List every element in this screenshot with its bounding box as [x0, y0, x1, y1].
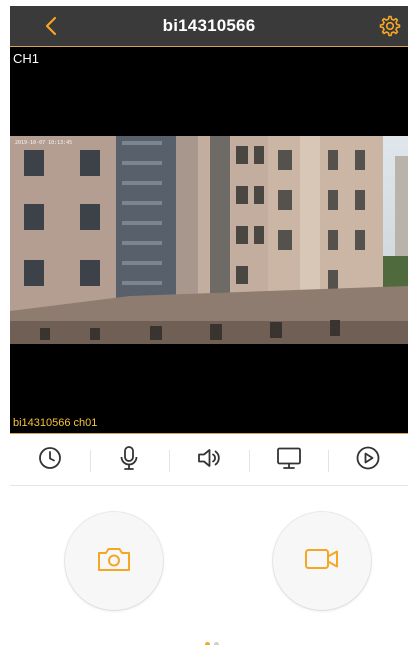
audio-button[interactable] — [169, 436, 249, 486]
playback-history-button[interactable] — [10, 436, 90, 486]
video-player[interactable]: CH1 2019-10-07 10:13:45 bi14310566 ch01 — [10, 46, 408, 434]
app-frame: bi14310566 CH1 2019-10-07 10:13:45 bi143… — [10, 6, 408, 645]
clock-icon — [37, 445, 63, 476]
control-toolbar — [10, 436, 408, 486]
monitor-icon — [276, 445, 302, 476]
camera-icon — [96, 545, 132, 578]
talk-button[interactable] — [89, 436, 170, 486]
top-bar: bi14310566 — [10, 6, 408, 46]
channel-label: CH1 — [13, 51, 40, 66]
page-title: bi14310566 — [162, 16, 256, 35]
display-mode-button[interactable] — [248, 436, 329, 486]
camera-name-label: bi14310566 ch01 — [13, 417, 98, 429]
osd-timestamp: 2019-10-07 10:13:45 — [15, 140, 73, 146]
camera-feed-image: 2019-10-07 10:13:45 — [10, 136, 408, 344]
speaker-icon — [196, 445, 222, 476]
microphone-icon — [116, 445, 142, 476]
gear-icon[interactable] — [378, 14, 402, 38]
snapshot-button[interactable] — [65, 512, 163, 610]
record-button[interactable] — [273, 512, 371, 610]
back-icon[interactable] — [40, 14, 64, 38]
video-camera-icon — [304, 545, 340, 578]
play-icon — [355, 445, 381, 476]
play-button[interactable] — [328, 436, 408, 486]
